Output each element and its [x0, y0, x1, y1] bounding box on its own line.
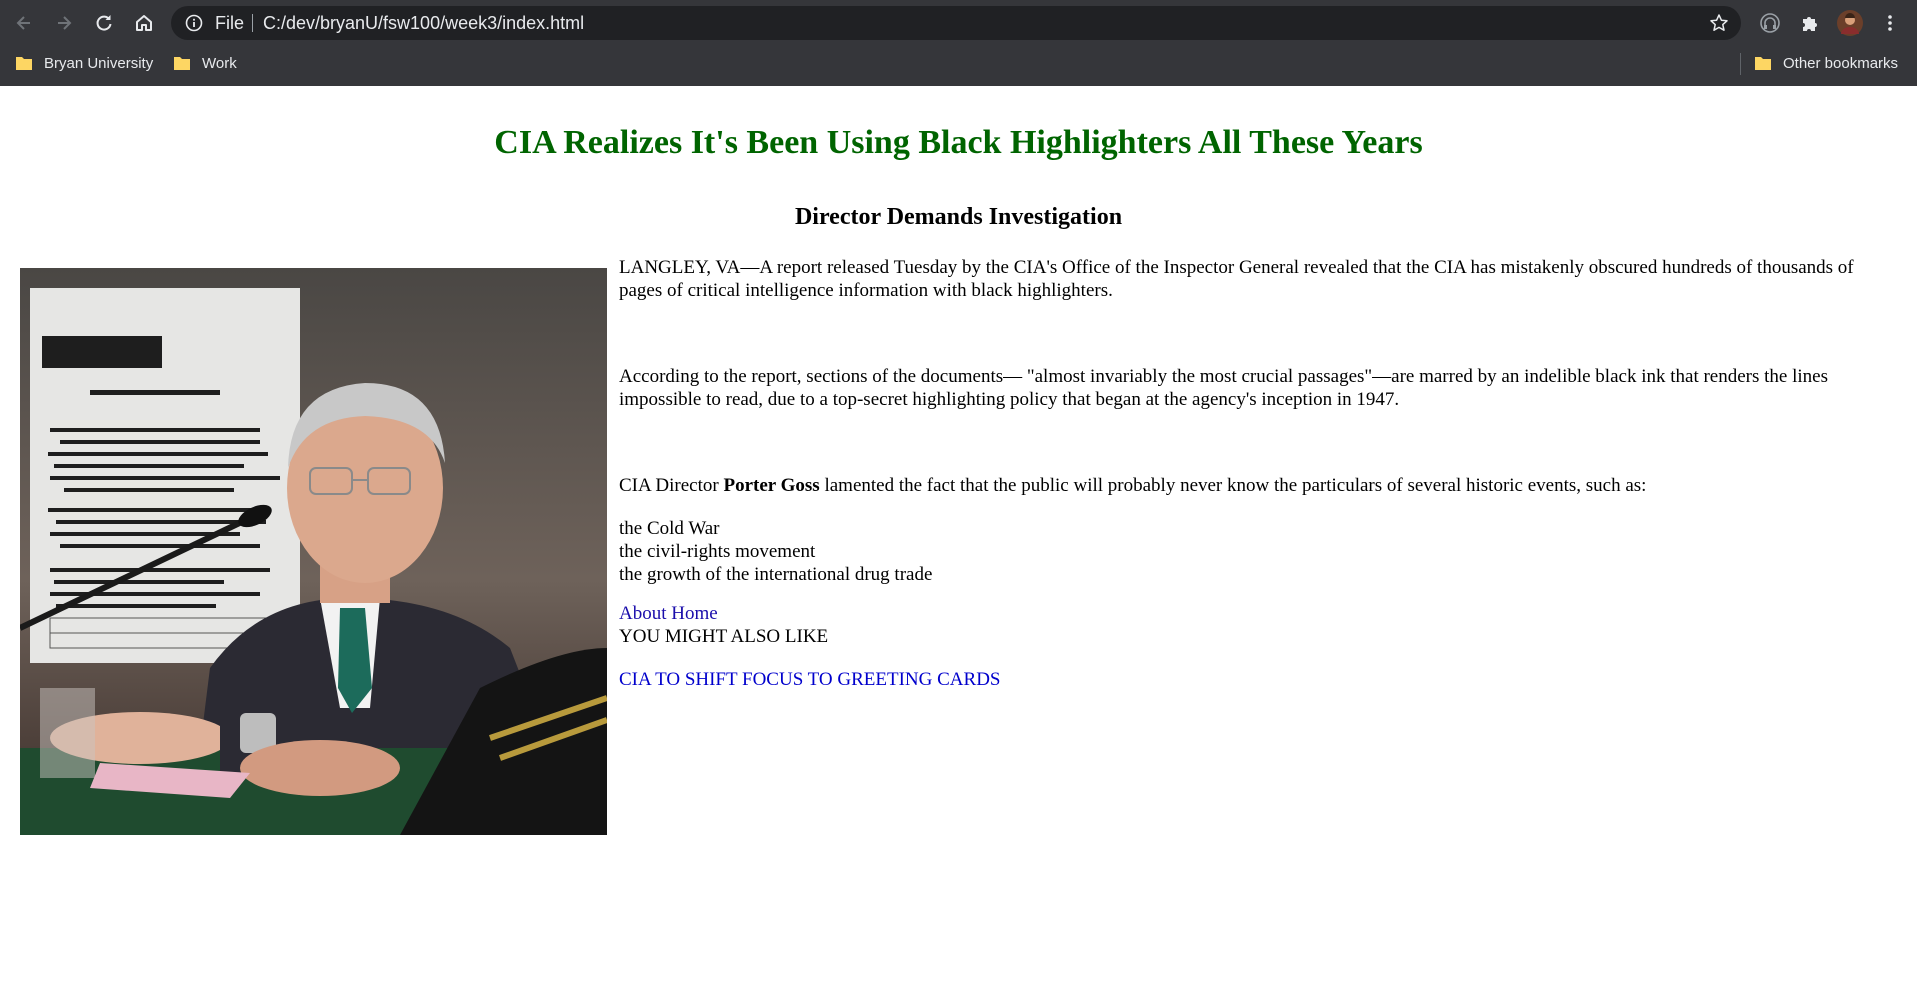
arrow-right-icon	[58, 16, 72, 30]
folder-icon	[174, 56, 190, 70]
list-item: the growth of the international drug tra…	[619, 564, 933, 585]
bookmark-work[interactable]: Work	[174, 45, 237, 81]
also-like-heading: YOU MIGHT ALSO LIKE	[619, 626, 829, 647]
article-photo	[20, 268, 607, 835]
article-headline: CIA Realizes It's Been Using Black Highl…	[494, 124, 1423, 161]
info-icon[interactable]	[185, 14, 203, 32]
bookmark-label: Work	[202, 54, 237, 72]
list-item: the civil-rights movement	[619, 541, 816, 562]
director-name: Porter Goss	[723, 475, 820, 496]
events-list: the Cold War the civil-rights movement t…	[619, 517, 932, 586]
scheme-label: File	[215, 13, 245, 33]
arrow-left-icon	[16, 16, 30, 30]
avatar	[1837, 10, 1863, 36]
address-bar[interactable]: File C:/dev/bryanU/fsw100/week3/index.ht…	[171, 6, 1741, 40]
forward-button[interactable]	[50, 9, 78, 37]
reload-icon	[96, 15, 112, 31]
director-text-before: CIA Director	[619, 475, 724, 496]
folder-icon	[1755, 56, 1771, 70]
paragraph-intro: LANGLEY, VA—A report released Tuesday by…	[619, 257, 1854, 301]
headphones-icon	[1760, 13, 1780, 33]
director-text-after: lamented the fact that the public will p…	[819, 475, 1647, 496]
kebab-menu-icon	[1888, 15, 1892, 31]
related-article-link[interactable]: CIA TO SHIFT FOCUS TO GREETING CARDS	[619, 668, 1000, 691]
star-icon[interactable]	[1709, 13, 1729, 33]
paragraph-director: CIA Director Porter Goss lamented the fa…	[619, 474, 1899, 497]
omnibox-divider	[252, 14, 253, 32]
home-link[interactable]: Home	[671, 603, 717, 624]
other-bookmarks[interactable]: Other bookmarks	[1755, 45, 1898, 81]
extensions-button[interactable]	[1796, 9, 1824, 37]
nav-links: About Home	[619, 602, 718, 625]
menu-button[interactable]	[1876, 9, 1904, 37]
back-button[interactable]	[10, 9, 38, 37]
profile-button[interactable]	[1836, 9, 1864, 37]
about-link[interactable]: About	[619, 603, 667, 624]
home-icon	[136, 15, 152, 31]
browser-toolbar: File C:/dev/bryanU/fsw100/week3/index.ht…	[0, 0, 1917, 45]
home-button[interactable]	[130, 9, 158, 37]
other-bookmarks-label: Other bookmarks	[1783, 54, 1899, 72]
bookmarks-bar: Bryan University Work Other bookmarks	[0, 45, 1917, 87]
reload-button[interactable]	[90, 9, 118, 37]
folder-icon	[16, 56, 32, 70]
page-content: CIA Realizes It's Been Using Black Highl…	[0, 86, 1917, 987]
url-text[interactable]: C:/dev/bryanU/fsw100/week3/index.html	[263, 6, 584, 40]
media-button[interactable]	[1756, 9, 1784, 37]
puzzle-icon	[1803, 17, 1817, 31]
paragraph-report: According to the report, sections of the…	[619, 366, 1828, 410]
bookmark-bryan-university[interactable]: Bryan University	[16, 45, 153, 81]
bookmarks-divider	[1740, 53, 1741, 75]
list-item: the Cold War	[619, 518, 720, 539]
bookmark-label: Bryan University	[44, 54, 154, 72]
browser-chrome: File C:/dev/bryanU/fsw100/week3/index.ht…	[0, 0, 1917, 87]
article-subhead: Director Demands Investigation	[794, 204, 1123, 230]
